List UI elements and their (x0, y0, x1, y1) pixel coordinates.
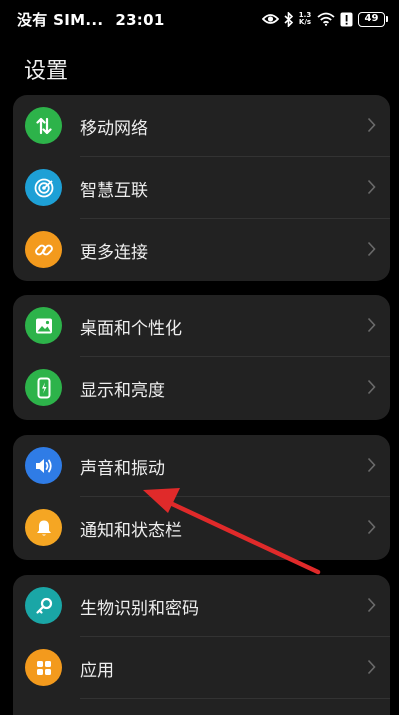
settings-item-label: 桌面和个性化 (80, 319, 182, 339)
carrier-text: 没有 SIM... (17, 11, 104, 29)
apps-icon (25, 649, 62, 686)
settings-item-apps[interactable]: 应用 (13, 637, 390, 699)
chevron-right-icon (367, 519, 376, 539)
bell-icon (25, 509, 62, 546)
status-icons: 1.3 K/s 49 (262, 8, 388, 30)
divider (80, 698, 390, 699)
settings-screen: 没有 SIM... 23:01 1.3 K/s 49 设置 移动网络 智慧互联 … (0, 0, 399, 715)
chevron-right-icon (367, 597, 376, 617)
group-sound-notifications: 声音和振动 通知和状态栏 (13, 435, 390, 560)
settings-item-label: 更多连接 (80, 243, 148, 263)
key-icon (25, 587, 62, 624)
chevron-right-icon (367, 179, 376, 199)
battery-icon: 49 (358, 11, 388, 27)
chevron-right-icon (367, 379, 376, 399)
status-left: 没有 SIM... 23:01 (17, 9, 165, 30)
settings-item-label: 应用 (80, 661, 114, 681)
group-connectivity: 移动网络 智慧互联 更多连接 (13, 95, 390, 281)
smart-connect-icon (25, 169, 62, 206)
eye-icon (262, 13, 279, 25)
wallpaper-icon (25, 307, 62, 344)
settings-item-label: 智慧互联 (80, 181, 148, 201)
net-speed: 1.3 K/s (298, 12, 312, 26)
settings-item-label: 声音和振动 (80, 459, 165, 479)
chevron-right-icon (367, 317, 376, 337)
status-bar: 没有 SIM... 23:01 1.3 K/s 49 (0, 0, 399, 38)
wifi-icon (317, 12, 335, 26)
page-title: 设置 (24, 59, 69, 84)
chevron-right-icon (367, 117, 376, 137)
group-security-apps: 生物识别和密码 应用 (13, 575, 390, 715)
settings-item-notifications-status-bar[interactable]: 通知和状态栏 (13, 497, 390, 559)
settings-item-desktop-personalization[interactable]: 桌面和个性化 (13, 295, 390, 357)
alert-sim-icon (340, 12, 353, 27)
settings-item-mobile-network[interactable]: 移动网络 (13, 95, 390, 157)
settings-item-label: 通知和状态栏 (80, 521, 182, 541)
group-personalization: 桌面和个性化 显示和亮度 (13, 295, 390, 420)
link-icon (25, 231, 62, 268)
mobile-data-icon (25, 107, 62, 144)
chevron-right-icon (367, 241, 376, 261)
settings-item-sound-vibration[interactable]: 声音和振动 (13, 435, 390, 497)
clock: 23:01 (115, 11, 165, 29)
speaker-icon (25, 447, 62, 484)
settings-item-display-brightness[interactable]: 显示和亮度 (13, 357, 390, 419)
settings-item-label: 显示和亮度 (80, 381, 165, 401)
settings-item-label: 移动网络 (80, 119, 148, 139)
bluetooth-icon (284, 11, 293, 27)
settings-item-smart-connect[interactable]: 智慧互联 (13, 157, 390, 219)
settings-item-more-connections[interactable]: 更多连接 (13, 219, 390, 281)
chevron-right-icon (367, 659, 376, 679)
settings-item-biometrics-password[interactable]: 生物识别和密码 (13, 575, 390, 637)
display-icon (25, 369, 62, 406)
settings-item-label: 生物识别和密码 (80, 599, 199, 619)
net-speed-unit: K/s (298, 18, 312, 26)
chevron-right-icon (367, 457, 376, 477)
